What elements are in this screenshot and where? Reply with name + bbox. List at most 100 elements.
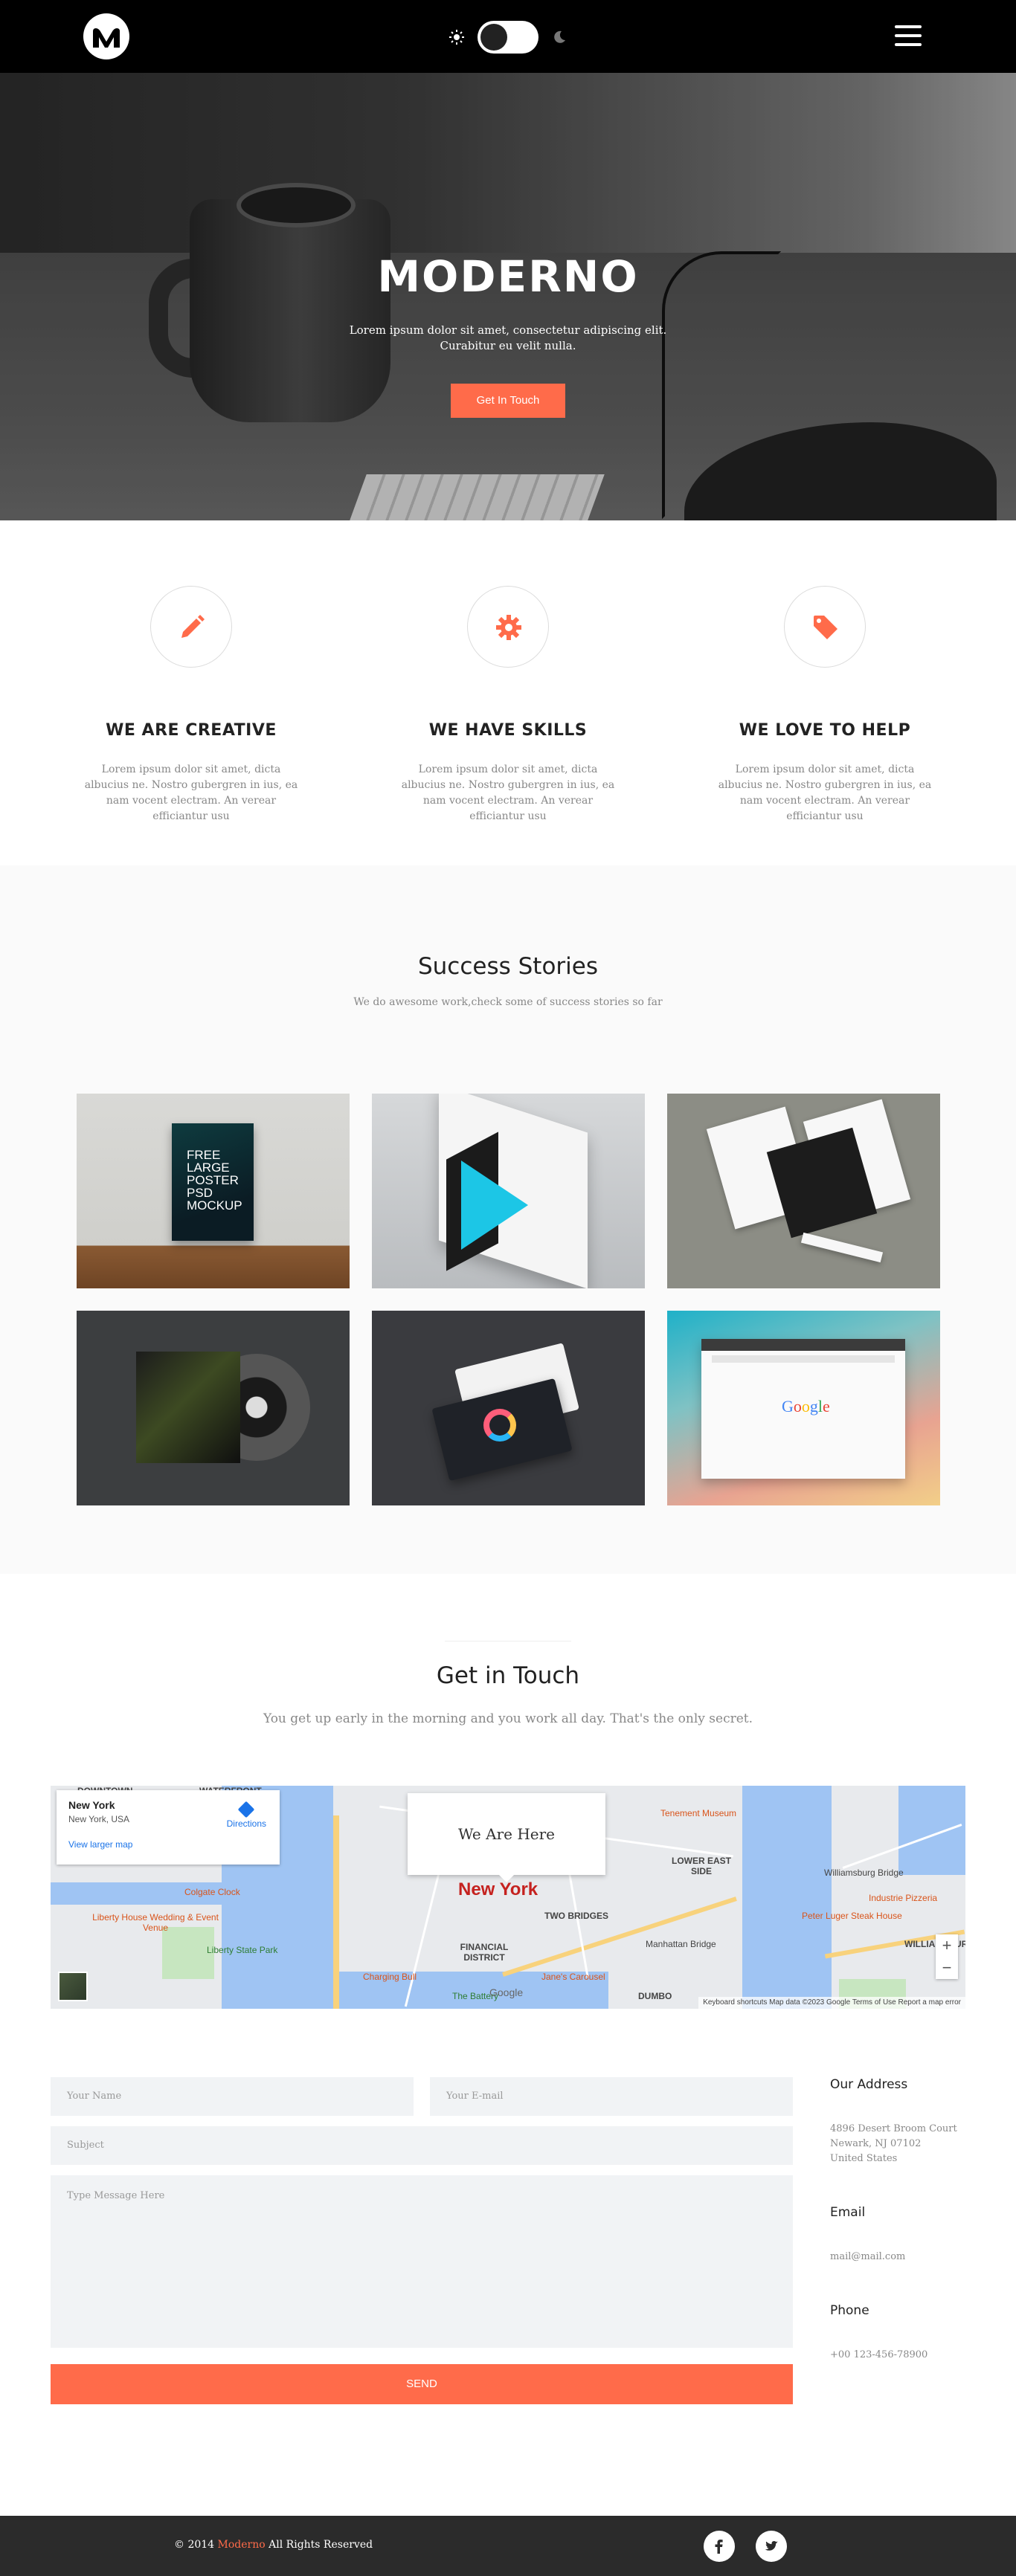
cd-cover xyxy=(136,1352,240,1463)
hero-title: MODERNO xyxy=(377,251,639,302)
section-divider xyxy=(445,1641,571,1642)
embedded-map[interactable]: DOWNTOWN WATERFRONT LOWER EAST SIDE TWO … xyxy=(51,1786,965,2009)
subject-input[interactable]: Subject xyxy=(51,2126,793,2165)
portfolio-item-browser-mockup[interactable]: Google xyxy=(667,1311,940,1505)
send-button[interactable]: SEND xyxy=(51,2364,793,2404)
portfolio-item-cd-cover[interactable] xyxy=(77,1311,350,1505)
success-stories-section: Success Stories We do awesome work,check… xyxy=(0,865,1016,1574)
map-poi: Tenement Museum xyxy=(660,1808,737,1818)
google-map-logo: Google xyxy=(489,1986,524,1998)
facebook-glyph xyxy=(715,2540,723,2554)
address-block: Our Address 4896 Desert Broom Court Newa… xyxy=(830,2077,965,2166)
form-row: Your Name Your E-mail xyxy=(51,2077,793,2116)
contact-info: Our Address 4896 Desert Broom Court Newa… xyxy=(830,2077,965,2404)
portfolio-item-poster-mockup[interactable]: FREE LARGE POSTER PSD MOCKUP xyxy=(77,1094,350,1288)
address-line: United States xyxy=(830,2153,898,2164)
poster-text: FREE LARGE POSTER PSD MOCKUP xyxy=(187,1148,242,1213)
feature-creative: WE ARE CREATIVE Lorem ipsum dolor sit am… xyxy=(33,586,350,865)
address-title: Our Address xyxy=(830,2077,908,2092)
view-larger-map-link[interactable]: View larger map xyxy=(68,1839,268,1850)
directions-icon xyxy=(237,1801,255,1818)
moderno-m-logo[interactable] xyxy=(83,13,129,59)
get-in-touch-button[interactable]: Get In Touch xyxy=(451,384,565,418)
facebook-icon[interactable] xyxy=(704,2531,735,2562)
section-subtitle: You get up early in the morning and you … xyxy=(263,1711,753,1726)
name-input[interactable]: Your Name xyxy=(51,2077,414,2116)
top-navbar xyxy=(0,0,1016,73)
map-attribution[interactable]: Keyboard shortcuts Map data ©2023 Google… xyxy=(698,1997,965,2009)
twitter-icon[interactable] xyxy=(756,2531,787,2562)
pencil-icon xyxy=(181,615,205,638)
map-water xyxy=(742,1786,832,2009)
hero-text-line2: Curabitur eu velit nulla. xyxy=(440,339,576,352)
map-poi: Industrie Pizzeria xyxy=(869,1893,938,1903)
gear-icon xyxy=(496,615,521,640)
portfolio-item-business-cards[interactable] xyxy=(372,1311,645,1505)
logo-m-glyph xyxy=(93,28,120,48)
map-poi: Williamsburg Bridge xyxy=(824,1868,904,1878)
feature-text: Lorem ipsum dolor sit amet, dicta albuci… xyxy=(718,764,932,822)
section-subtitle: We do awesome work,check some of success… xyxy=(353,996,663,1008)
browser-urlbar xyxy=(712,1355,895,1363)
feature-title: WE LOVE TO HELP xyxy=(739,721,911,740)
twitter-glyph xyxy=(765,2541,778,2551)
map-label: DUMBO xyxy=(638,1991,672,2001)
copyright-suffix: All Rights Reserved xyxy=(269,2539,373,2551)
copyright-prefix: © 2014 xyxy=(174,2539,215,2551)
email-input[interactable]: Your E-mail xyxy=(430,2077,793,2116)
contact-form: Your Name Your E-mail Subject Type Messa… xyxy=(51,2077,793,2404)
features-section: WE ARE CREATIVE Lorem ipsum dolor sit am… xyxy=(0,520,1016,865)
map-poi: Jane's Carousel xyxy=(541,1972,605,1982)
directions-label: Directions xyxy=(226,1818,266,1829)
feature-icon-circle xyxy=(467,586,549,668)
copyright-brand[interactable]: Moderno xyxy=(218,2539,266,2551)
map-highway xyxy=(502,1897,737,1977)
browser-window: Google xyxy=(701,1339,905,1479)
email-block: Email mail@mail.com xyxy=(830,2205,965,2265)
portfolio-item-stationery[interactable] xyxy=(667,1094,940,1288)
satellite-toggle[interactable] xyxy=(58,1972,88,2001)
address-text: 4896 Desert Broom Court Newark, NJ 07102… xyxy=(830,2122,965,2166)
map-highway xyxy=(333,1815,339,2009)
address-line: Newark, NJ 07102 xyxy=(830,2138,922,2149)
hamburger-icon[interactable] xyxy=(895,25,922,48)
map-place-card: New York New York, USA View larger map D… xyxy=(57,1790,280,1865)
email-title: Email xyxy=(830,2205,866,2220)
map-poi: Manhattan Bridge xyxy=(646,1939,716,1949)
hero-section: MODERNO Lorem ipsum dolor sit amet, cons… xyxy=(0,73,1016,520)
footer: © 2014 Moderno All Rights Reserved xyxy=(0,2516,1016,2576)
feature-icon-circle xyxy=(784,586,866,668)
hero-text: Lorem ipsum dolor sit amet, consectetur … xyxy=(0,323,1016,354)
contact-form-area: Your Name Your E-mail Subject Type Messa… xyxy=(51,2077,965,2404)
map-water xyxy=(898,1786,965,1875)
poster-image: FREE LARGE POSTER PSD MOCKUP xyxy=(172,1123,254,1241)
phone-title: Phone xyxy=(830,2303,869,2318)
directions-button[interactable]: Directions xyxy=(226,1801,266,1829)
phone-value[interactable]: +00 123-456-78900 xyxy=(830,2348,965,2363)
section-title: Success Stories xyxy=(417,953,599,980)
message-textarea[interactable]: Type Message Here xyxy=(51,2175,793,2348)
email-value[interactable]: mail@mail.com xyxy=(830,2250,965,2265)
theme-toggle[interactable] xyxy=(449,21,567,54)
zoom-in-icon[interactable]: + xyxy=(936,1934,958,1957)
feature-help: WE LOVE TO HELP Lorem ipsum dolor sit am… xyxy=(666,586,983,865)
map-poi: Liberty State Park xyxy=(207,1945,278,1955)
portfolio-grid: FREE LARGE POSTER PSD MOCKUP Google xyxy=(77,1094,940,1505)
section-title: Get in Touch xyxy=(436,1662,580,1689)
feature-text: Lorem ipsum dolor sit amet, dicta albuci… xyxy=(84,764,298,822)
map-label: FINANCIAL DISTRICT xyxy=(460,1942,509,1963)
sun-icon xyxy=(449,30,464,45)
address-line: 4896 Desert Broom Court xyxy=(830,2123,957,2134)
feature-title: WE HAVE SKILLS xyxy=(428,721,588,740)
map-zoom-control[interactable]: + − xyxy=(936,1934,958,1979)
brochure-triangle xyxy=(461,1161,528,1250)
hero-content: MODERNO Lorem ipsum dolor sit amet, cons… xyxy=(0,73,1016,418)
moon-icon xyxy=(554,30,565,43)
map-poi: Liberty House Wedding & Event Venue xyxy=(92,1912,219,1933)
map-label: TWO BRIDGES xyxy=(544,1911,608,1921)
feature-text: Lorem ipsum dolor sit amet, dicta albuci… xyxy=(401,764,615,822)
portfolio-item-brochure[interactable] xyxy=(372,1094,645,1288)
theme-switch[interactable] xyxy=(478,21,538,54)
zoom-out-icon[interactable]: − xyxy=(936,1957,958,1979)
theme-switch-knob xyxy=(480,24,507,51)
